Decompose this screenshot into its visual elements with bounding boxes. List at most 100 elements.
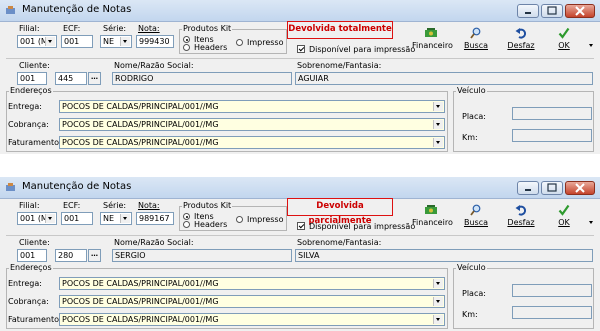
minimize-button[interactable] (517, 4, 539, 18)
itens-radio[interactable] (183, 213, 190, 220)
chevron-down-icon[interactable] (433, 279, 443, 288)
chevron-down-icon[interactable] (45, 37, 55, 46)
cliente-code-field[interactable]: 001 (17, 249, 47, 262)
entrega-select[interactable]: POCOS DE CALDAS/PRINCIPAL/001//MG (59, 277, 445, 290)
busca-button[interactable]: Busca (461, 27, 491, 50)
financeiro-label: Financeiro (412, 41, 453, 50)
nota-field[interactable]: 989167 (136, 212, 174, 225)
filial-select[interactable]: 001 (M (17, 35, 57, 48)
cliente-label: Cliente: (19, 61, 50, 70)
entrega-value: POCOS DE CALDAS/PRINCIPAL/001//MG (62, 279, 219, 288)
nota-value: 999430 (139, 37, 170, 46)
filial-select[interactable]: 001 (M (17, 212, 57, 225)
cliente-code-field[interactable]: 001 (17, 72, 47, 85)
filial-value: 001 (M (20, 214, 48, 223)
nome-field: SERGIO (112, 249, 292, 262)
km-field (512, 306, 592, 319)
sobrenome-field: SILVA (295, 249, 593, 262)
faturamento-label: Faturamento: (8, 138, 62, 147)
close-button[interactable] (565, 4, 595, 18)
ok-button[interactable]: OK (552, 27, 576, 50)
ok-label: OK (558, 218, 570, 227)
nota-field[interactable]: 999430 (136, 35, 174, 48)
produtos-kit-group: Produtos Kit Itens Headers Impresso (179, 202, 287, 231)
nome-label: Nome/Razão Social: (114, 61, 194, 70)
toolbar-more-icon[interactable] (589, 221, 593, 224)
financeiro-label: Financeiro (412, 218, 453, 227)
busca-button[interactable]: Busca (461, 204, 491, 227)
chevron-down-icon[interactable] (45, 214, 55, 223)
chevron-down-icon[interactable] (433, 102, 443, 111)
toolbar-more-icon[interactable] (589, 44, 593, 47)
disponivel-label: Disponível para impressão (309, 45, 416, 54)
serie-label: Série: (103, 24, 127, 33)
placa-field (512, 284, 592, 297)
close-button[interactable] (565, 181, 595, 195)
cliente-number-field[interactable]: 280 (55, 249, 87, 262)
cobranca-value: POCOS DE CALDAS/PRINCIPAL/001//MG (62, 120, 219, 129)
disponivel-checkbox[interactable] (297, 45, 305, 53)
impresso-radio[interactable] (236, 216, 243, 223)
headers-label: Headers (194, 220, 228, 229)
cobranca-select[interactable]: POCOS DE CALDAS/PRINCIPAL/001//MG (59, 295, 445, 308)
impresso-radio[interactable] (236, 39, 243, 46)
produtos-kit-group: Produtos Kit Itens Headers Impresso (179, 25, 287, 54)
faturamento-value: POCOS DE CALDAS/PRINCIPAL/001//MG (62, 138, 219, 147)
serie-label: Série: (103, 201, 127, 210)
headers-radio[interactable] (183, 44, 190, 51)
faturamento-label: Faturamento: (8, 315, 62, 324)
desfaz-label: Desfaz (507, 41, 535, 50)
minimize-button[interactable] (517, 181, 539, 195)
chevron-down-icon[interactable] (433, 315, 443, 324)
chevron-down-icon[interactable] (120, 37, 130, 46)
window-title: Manutenção de Notas (22, 181, 132, 192)
serie-value: NE (103, 214, 115, 223)
disponivel-checkbox[interactable] (297, 222, 305, 230)
veiculo-label: Veículo (456, 86, 487, 95)
close-icon (575, 183, 585, 193)
itens-radio[interactable] (183, 36, 190, 43)
desfaz-label: Desfaz (507, 218, 535, 227)
cobranca-select[interactable]: POCOS DE CALDAS/PRINCIPAL/001//MG (59, 118, 445, 131)
nome-value: RODRIGO (115, 74, 154, 83)
maximize-icon (547, 6, 557, 15)
chevron-down-icon[interactable] (433, 297, 443, 306)
entrega-select[interactable]: POCOS DE CALDAS/PRINCIPAL/001//MG (59, 100, 445, 113)
maximize-button[interactable] (541, 181, 563, 195)
cobranca-value: POCOS DE CALDAS/PRINCIPAL/001//MG (62, 297, 219, 306)
serie-select[interactable]: NE (100, 35, 132, 48)
ecf-field[interactable]: 001 (61, 35, 93, 48)
produtos-kit-label: Produtos Kit (182, 24, 233, 33)
headers-radio[interactable] (183, 221, 190, 228)
faturamento-select[interactable]: POCOS DE CALDAS/PRINCIPAL/001//MG (59, 136, 445, 149)
veiculo-group: Veículo Placa: Km: (453, 87, 594, 152)
cliente-search-button[interactable]: … (88, 72, 101, 85)
cliente-search-button[interactable]: … (88, 249, 101, 262)
chevron-down-icon[interactable] (120, 214, 130, 223)
maximize-button[interactable] (541, 4, 563, 18)
maximize-icon (547, 183, 557, 192)
desfaz-button[interactable]: Desfaz (505, 27, 537, 50)
financeiro-button[interactable]: Financeiro (412, 204, 453, 227)
desfaz-button[interactable]: Desfaz (505, 204, 537, 227)
nota-value: 989167 (139, 214, 170, 223)
divider (6, 58, 594, 59)
serie-select[interactable]: NE (100, 212, 132, 225)
chevron-down-icon[interactable] (433, 138, 443, 147)
ok-icon (558, 204, 570, 216)
entrega-value: POCOS DE CALDAS/PRINCIPAL/001//MG (62, 102, 219, 111)
km-field (512, 129, 592, 142)
financeiro-button[interactable]: Financeiro (412, 27, 453, 50)
nota-label: Nota: (138, 24, 160, 33)
faturamento-select[interactable]: POCOS DE CALDAS/PRINCIPAL/001//MG (59, 313, 445, 326)
ok-button[interactable]: OK (552, 204, 576, 227)
cliente-number-field[interactable]: 445 (55, 72, 87, 85)
cliente-number-value: 280 (58, 251, 74, 260)
ecf-field[interactable]: 001 (61, 212, 93, 225)
financeiro-icon (425, 28, 437, 37)
enderecos-label: Endereços (9, 263, 53, 272)
impresso-label: Impresso (247, 38, 284, 47)
ecf-label: ECF: (63, 201, 81, 210)
cliente-code-value: 001 (20, 251, 36, 260)
chevron-down-icon[interactable] (433, 120, 443, 129)
